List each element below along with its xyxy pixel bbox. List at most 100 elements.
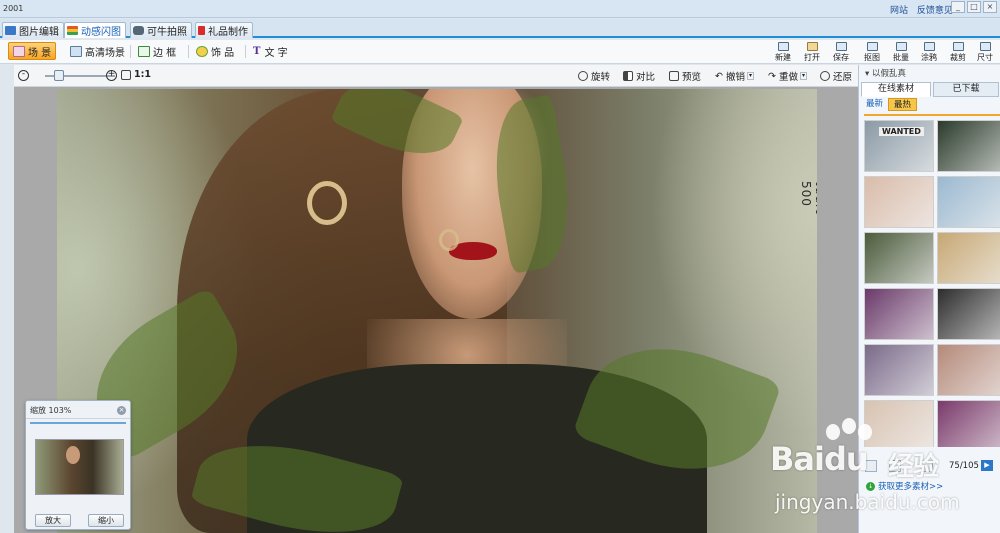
- main-tabs: 图片编辑 动感闪图 可牛拍照 礼品制作: [0, 19, 1000, 38]
- preview-icon: [669, 71, 679, 81]
- text-button[interactable]: T 文 字: [249, 42, 292, 60]
- rotate-label: 旋转: [591, 72, 611, 83]
- tab-label: 礼品制作: [208, 27, 248, 38]
- title-bar: 2001 网站 反馈意见 _ □ ×: [0, 0, 1000, 18]
- gift-icon: [198, 26, 205, 35]
- zoom-out-icon[interactable]: -: [18, 70, 29, 81]
- animated-gif-icon: [67, 26, 78, 35]
- new-button[interactable]: 新建: [770, 40, 796, 64]
- batch-button[interactable]: 批量: [888, 40, 914, 64]
- scene-button[interactable]: 场 景: [8, 42, 57, 60]
- separator: [188, 45, 189, 58]
- redo-button[interactable]: ↷ 重做 ▾: [768, 69, 807, 83]
- material-thumbnail[interactable]: [937, 344, 1000, 396]
- material-thumbnail[interactable]: [864, 176, 934, 228]
- baidu-brand: Baidu: [770, 440, 869, 478]
- edited-photo[interactable]: tudio 500: [57, 89, 817, 533]
- decoration-label: 饰 品: [211, 47, 235, 59]
- photo-earring: [439, 229, 459, 251]
- text-label: 文 字: [264, 47, 288, 59]
- feedback-link[interactable]: 反馈意见: [917, 6, 953, 16]
- batch-label: 批量: [893, 53, 909, 62]
- resize-button[interactable]: 尺寸: [972, 40, 998, 64]
- batch-icon: [895, 42, 907, 51]
- frame-button[interactable]: 边 框: [134, 42, 180, 60]
- tab-label: 图片编辑: [19, 27, 59, 38]
- tab-label: 动感闪图: [81, 27, 121, 38]
- zoom-in-icon[interactable]: +: [106, 70, 117, 81]
- material-thumbnail[interactable]: WANTED: [864, 120, 934, 172]
- material-thumbnail[interactable]: [937, 120, 1000, 172]
- material-thumbnail[interactable]: [937, 288, 1000, 340]
- materials-tabs: 在线素材 已下载: [859, 82, 1000, 98]
- tab-newest[interactable]: 最新: [861, 98, 888, 111]
- material-thumbnail[interactable]: [937, 400, 1000, 447]
- close-button[interactable]: ×: [983, 1, 997, 13]
- materials-header-label: 以假乱真: [871, 69, 906, 79]
- collapse-icon: ▾: [865, 69, 872, 79]
- doodle-button[interactable]: 涂鸦: [916, 40, 942, 64]
- hd-scene-button[interactable]: 高清场景: [66, 42, 129, 60]
- close-icon[interactable]: ×: [117, 406, 126, 415]
- fit-button[interactable]: 1:1: [121, 69, 151, 80]
- rotate-button[interactable]: 旋转: [578, 69, 610, 83]
- paw-icon: [842, 418, 856, 434]
- material-thumbnail[interactable]: [864, 344, 934, 396]
- restore-icon: [820, 71, 830, 81]
- frame-label: 边 框: [153, 47, 177, 59]
- redo-dropdown-icon[interactable]: ▾: [799, 72, 807, 80]
- undo-label: 撤销: [725, 72, 745, 83]
- hd-scene-label: 高清场景: [85, 47, 125, 59]
- edit-toolbar: 场 景 高清场景 边 框 饰 品 T 文 字 新建 打开 保存 抠图 批量 涂鸦…: [0, 40, 1000, 64]
- fit-label: 1:1: [134, 69, 152, 80]
- next-page-icon[interactable]: ▶: [981, 460, 993, 471]
- paw-icon: [826, 424, 840, 440]
- resize-label: 尺寸: [977, 53, 993, 62]
- crop-button[interactable]: 裁剪: [945, 40, 971, 64]
- tab-camera[interactable]: 可牛拍照: [130, 22, 192, 38]
- new-label: 新建: [775, 53, 791, 62]
- tab-image-edit[interactable]: 图片编辑: [2, 22, 64, 38]
- save-button[interactable]: 保存: [828, 40, 854, 64]
- maximize-button[interactable]: □: [967, 1, 981, 13]
- material-thumbnail[interactable]: [864, 400, 934, 447]
- tab-downloaded[interactable]: 已下载: [933, 82, 999, 97]
- canvas-toolbar: - + 1:1 旋转 对比 预览 ↶ 撤销 ▾ ↷ 重做 ▾ 还原: [14, 65, 858, 87]
- crop-label: 裁剪: [950, 53, 966, 62]
- open-button[interactable]: 打开: [799, 40, 825, 64]
- zoom-out-button[interactable]: 缩小: [88, 514, 124, 527]
- material-thumbnail[interactable]: [864, 232, 934, 284]
- zoom-in-button[interactable]: 放大: [35, 514, 71, 527]
- compare-icon: [623, 71, 633, 81]
- decoration-icon: [196, 45, 208, 57]
- compare-button[interactable]: 对比: [623, 69, 655, 83]
- website-link[interactable]: 网站: [890, 6, 908, 16]
- tab-hottest[interactable]: 最热: [888, 98, 918, 111]
- hd-scene-icon: [70, 45, 82, 57]
- minimize-button[interactable]: _: [951, 1, 965, 13]
- material-thumbnail[interactable]: [937, 176, 1000, 228]
- window-title: 2001: [3, 4, 24, 13]
- materials-header[interactable]: ▾ 以假乱真: [859, 65, 1000, 80]
- tab-animated-gif[interactable]: 动感闪图: [64, 22, 126, 38]
- tab-gift[interactable]: 礼品制作: [195, 22, 253, 38]
- tab-online-materials[interactable]: 在线素材: [861, 82, 931, 97]
- restore-button[interactable]: 还原: [820, 69, 852, 83]
- scene-label: 场 景: [28, 47, 52, 59]
- zoom-slider-handle[interactable]: [54, 70, 64, 81]
- crop-icon: [952, 42, 964, 51]
- baidu-url: jingyan.baidu.com: [775, 490, 960, 514]
- cutout-button[interactable]: 抠图: [859, 40, 885, 64]
- fit-icon: [121, 69, 131, 80]
- material-thumbnail[interactable]: [937, 232, 1000, 284]
- zoom-preview-thumbnail[interactable]: [35, 439, 124, 495]
- camera-icon: [133, 26, 144, 35]
- restore-label: 还原: [833, 72, 853, 83]
- preview-button[interactable]: 预览: [669, 69, 701, 83]
- decoration-button[interactable]: 饰 品: [192, 42, 238, 60]
- tab-label: 可牛拍照: [147, 27, 187, 38]
- doodle-label: 涂鸦: [921, 53, 937, 62]
- material-thumbnail[interactable]: [864, 288, 934, 340]
- undo-dropdown-icon[interactable]: ▾: [746, 72, 754, 80]
- undo-button[interactable]: ↶ 撤销 ▾: [715, 69, 754, 83]
